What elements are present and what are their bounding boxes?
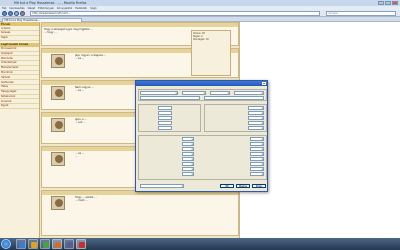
post-line: ... most ... [75,198,88,202]
timing-field[interactable] [250,142,264,146]
taskbar-app[interactable] [28,239,38,249]
post-line: ... hogy ... [44,30,57,34]
avatar[interactable] [51,85,65,100]
taskbar-app[interactable] [64,239,74,249]
text-field[interactable] [204,96,264,100]
taskbar-app-firefox[interactable] [52,239,62,249]
timing-field[interactable] [250,157,264,161]
stop-icon[interactable] [20,11,25,16]
dialog-group-timings [138,135,267,180]
back-icon[interactable] [2,11,7,16]
cancel-button[interactable]: Mégse [236,183,250,189]
value-field[interactable] [158,111,172,115]
timing-field[interactable] [182,162,194,166]
post-text: Hogy a szöveget úgyis meg fogjátok ... .… [44,28,204,35]
timing-field[interactable] [182,157,194,161]
text-field[interactable] [140,96,200,100]
search-input[interactable]: Google [326,11,396,16]
value-field[interactable] [158,106,172,110]
taskbar-app[interactable] [40,239,50,249]
timing-field[interactable] [250,172,264,176]
timing-field[interactable] [182,147,194,151]
avatar[interactable] [51,53,65,68]
avatar[interactable] [51,151,65,166]
dropdown[interactable] [210,91,230,95]
stats-box: Online: 18 Tagok: 2 Vendégek: 16 [191,30,231,76]
sidebar: Fórum Új téma Keresés Tagok Legfrissebb … [0,22,40,238]
timing-field[interactable] [182,142,194,146]
post-author [43,117,73,133]
navigation-bar: http://www.hwsw.hu/forum/... Google [0,10,400,17]
ok-button[interactable]: OK [220,183,234,189]
avatar[interactable] [51,195,65,210]
minimize-button[interactable] [378,1,384,5]
taskbar [0,238,400,250]
timing-field[interactable] [182,172,194,176]
sidebar-item[interactable]: Egyéb [0,104,39,109]
timing-field[interactable] [182,167,194,171]
dialog-close-button[interactable] [262,81,266,86]
window-controls [378,1,398,5]
timing-field[interactable] [250,147,264,151]
maximize-button[interactable] [385,1,391,5]
taskbar-app[interactable] [76,239,86,249]
close-button[interactable] [392,1,398,5]
exit-button[interactable]: Kilép [252,183,266,189]
dropdown[interactable] [248,106,264,110]
timing-field[interactable] [250,137,264,141]
timing-field[interactable] [250,162,264,166]
dropdown[interactable] [182,91,206,95]
dropdown[interactable] [140,91,178,95]
dropdown[interactable] [248,126,264,130]
post-author [43,85,73,101]
value-field[interactable] [158,116,172,120]
dialog-body: OK Mégse Kilép [138,88,267,191]
timing-field[interactable] [182,137,194,141]
forward-icon[interactable] [8,11,13,16]
settings-dialog: OK Mégse Kilép [135,80,268,192]
profile-dropdown[interactable] [140,184,184,188]
avatar[interactable] [51,117,65,132]
address-bar[interactable]: http://www.hwsw.hu/forum/... [30,11,320,16]
post-author [43,195,73,211]
timing-field[interactable] [250,167,264,171]
dropdown[interactable] [248,121,264,125]
post-header [42,23,238,27]
forum-post: Hogy ... sokkal ... ... most ... [41,190,239,236]
taskbar-app[interactable] [16,239,26,249]
value-field[interactable] [158,121,172,125]
dropdown[interactable] [248,116,264,120]
post-text: Hogy ... sokkal ... ... most ... [75,196,235,203]
dialog-title [136,81,267,86]
start-button[interactable] [1,239,11,249]
timing-field[interactable] [250,152,264,156]
dropdown[interactable] [234,91,264,95]
window-title: Mit tud a Play Hosszlecse - ... - Mozill… [14,1,87,5]
value-field[interactable] [158,126,172,130]
dropdown[interactable] [248,111,264,115]
timing-field[interactable] [182,152,194,156]
reload-icon[interactable] [14,11,19,16]
post-author [43,53,73,69]
post-author [43,151,73,167]
sidebar-item[interactable]: Tagok [0,36,39,41]
stats-line: Vendégek: 16 [193,38,209,41]
